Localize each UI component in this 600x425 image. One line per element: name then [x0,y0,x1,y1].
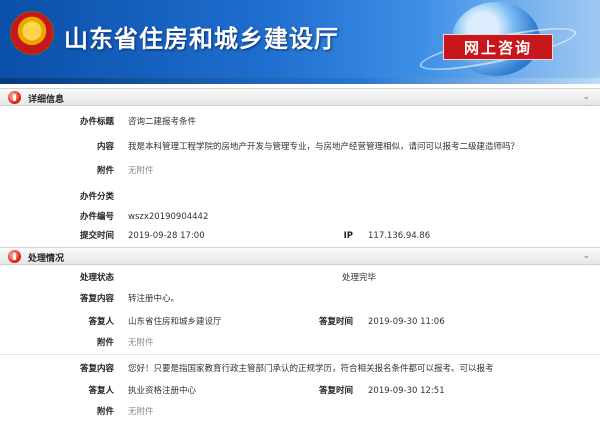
reply-attachment-label: 附件 [96,407,114,417]
reply-time-value: 2019-09-30 11:06 [368,317,445,327]
replier-value: 山东省住房和城乡建设厅 [128,317,222,327]
process-section-body: 处理状态 处理完毕 答复内容 转注册中心。 答复人 山东省住房和城乡建设厅 答复… [0,266,600,425]
reply-content-label: 答复内容 [79,294,114,304]
detail-section-body: 办件标题 咨询二建报考条件 内容 我是本科管理工程学院的房地产开发与管理专业，与… [0,107,600,244]
submit-time-label: 提交时间 [79,231,114,241]
subject-value: 咨询二建报考条件 [128,117,197,127]
process-section-title: 处理情况 [28,254,65,264]
status-row: 处理状态 处理完毕 [0,271,600,285]
reply-attachment-value: 无附件 [128,338,154,348]
reply-time-value: 2019-09-30 12:51 [368,386,445,396]
detail-section-header[interactable]: 详细信息 ⌄⌄ [0,88,600,112]
reply-content-value: 转注册中心。 [128,294,180,304]
submit-time-value: 2019-09-28 17:00 [128,231,205,241]
replier-label: 答复人 [88,317,114,327]
reply-replier-row: 答复人 执业资格注册中心 答复时间 2019-09-30 12:51 [0,384,600,398]
attachment-label: 附件 [96,166,114,176]
process-section-header[interactable]: 处理情况 ⌄⌄ [0,247,600,271]
attachment-value: 无附件 [128,166,154,176]
content-value: 我是本科管理工程学院的房地产开发与管理专业，与房地产经营管理相似，请问可以报考二… [128,142,520,152]
reply-content-row: 答复内容 您好！只要是指国家教育行政主管部门承认的正规学历，符合相关报名条件都可… [0,362,600,376]
national-emblem-icon [10,11,54,55]
subject-row: 办件标题 咨询二建报考条件 [0,115,600,129]
reply-attachment-row: 附件 无附件 [0,336,600,350]
reply-content-row: 答复内容 转注册中心。 [0,292,600,306]
online-consult-label: 网上咨询 [443,34,553,60]
reply-time-label: 答复时间 [318,317,353,327]
reply-content-value: 您好！只要是指国家教育行政主管部门承认的正规学历，符合相关报名条件都可以报考。可… [128,364,494,374]
ip-value: 117.136.94.86 [368,231,431,241]
reply-attachment-row: 附件 无附件 [0,405,600,419]
content-label: 内容 [96,142,114,152]
header-banner: 山东省住房和城乡建设厅 网上咨询 [0,0,600,84]
reply-content-label: 答复内容 [79,364,114,374]
reply-replier-row: 答复人 山东省住房和城乡建设厅 答复时间 2019-09-30 11:06 [0,315,600,329]
reply-divider [0,354,600,355]
status-label: 处理状态 [79,273,114,283]
number-label: 办件编号 [79,212,114,222]
content-row: 内容 我是本科管理工程学院的房地产开发与管理专业，与房地产经营管理相似，请问可以… [0,140,600,154]
attachment-row: 附件 无附件 [0,164,600,178]
detail-section-title: 详细信息 [28,95,65,105]
replier-label: 答复人 [88,386,114,396]
subject-label: 办件标题 [79,117,114,127]
site-title: 山东省住房和城乡建设厅 [64,25,339,53]
category-label: 办件分类 [79,192,114,202]
submit-time-row: 提交时间 2019-09-28 17:00 IP 117.136.94.86 [0,229,600,243]
reply-attachment-label: 附件 [96,338,114,348]
info-icon [8,91,21,104]
category-row: 办件分类 [0,190,600,204]
reply-attachment-value: 无附件 [128,407,154,417]
reply-time-label: 答复时间 [318,386,353,396]
ip-label: IP [343,231,353,241]
number-row: 办件编号 wszx20190904442 [0,210,600,224]
info-icon [8,250,21,263]
status-value: 处理完毕 [342,273,377,283]
number-value: wszx20190904442 [128,212,209,222]
replier-value: 执业资格注册中心 [128,386,197,396]
